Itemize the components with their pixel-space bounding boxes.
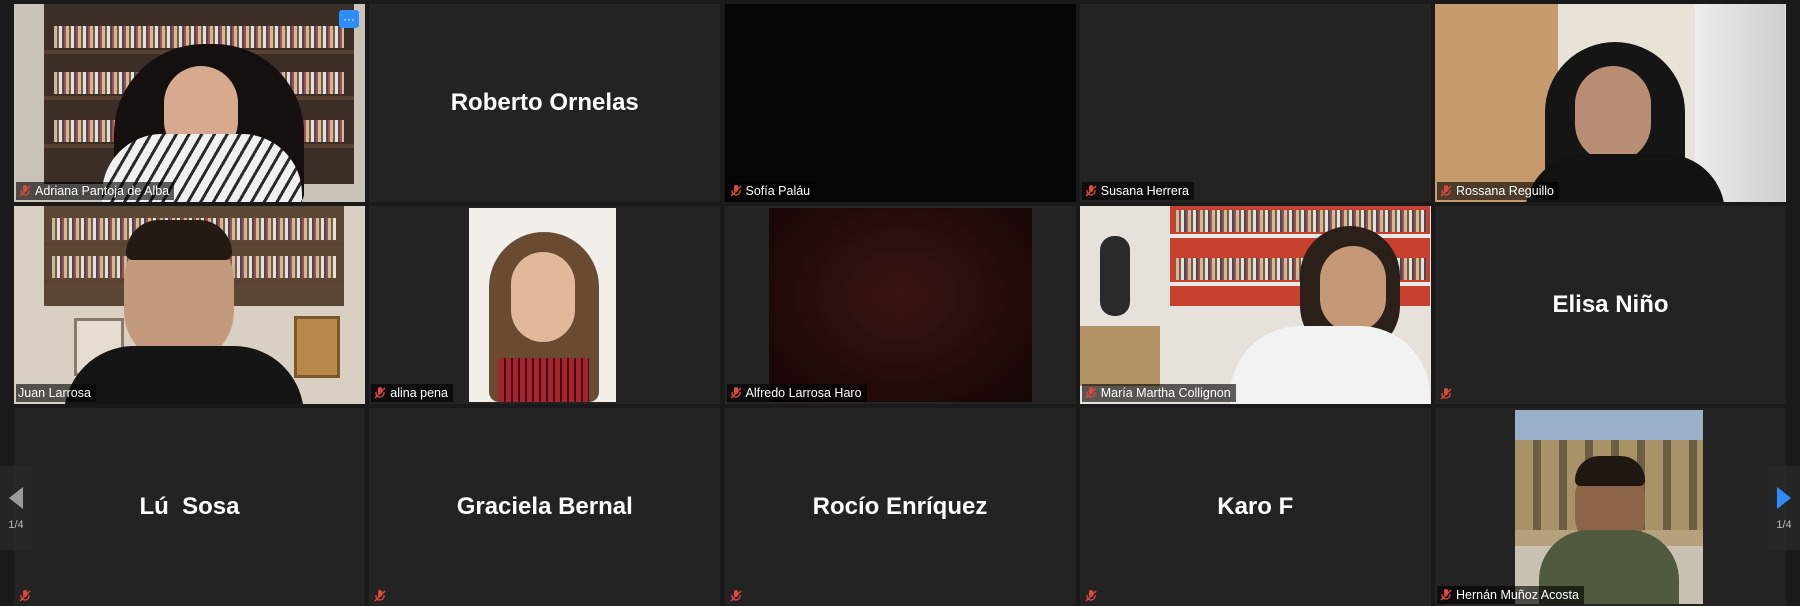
muted-mic-icon (729, 185, 742, 197)
participant-video (768, 208, 1032, 402)
participant-video (1079, 206, 1431, 404)
participant-name-label: Susana Herrera (1081, 182, 1194, 200)
participant-tile-adriana[interactable]: ··· Adriana Pantoja de Alba (14, 4, 365, 202)
participant-name-label: María Martha Collignon (1081, 384, 1236, 402)
participant-video (14, 4, 365, 202)
previous-page-button[interactable]: 1/4 (0, 466, 32, 550)
participant-video (469, 208, 617, 402)
participant-tile-juan-active-speaker[interactable]: Juan Larrosa (14, 206, 365, 404)
participant-tile-sofia[interactable]: Sofía Paláu (724, 4, 1076, 202)
participant-name-label: Alfredo Larrosa Haro (726, 384, 867, 402)
participant-name-placeholder: Rocío Enríquez (812, 493, 988, 520)
participant-tile-maria-martha[interactable]: María Martha Collignon (1079, 206, 1431, 404)
participant-video (14, 206, 365, 404)
participant-name-placeholder: Graciela Bernal (456, 493, 633, 520)
muted-mic-icon (19, 185, 31, 197)
participant-tile-lu-sosa[interactable]: Lú Sosa (14, 408, 365, 606)
muted-mic-icon (729, 590, 742, 602)
participant-name-label (1082, 588, 1103, 604)
participant-tile-elisa[interactable]: Elisa Niño (1435, 206, 1786, 404)
participant-tile-rossana[interactable]: Rossana Reguillo (1435, 4, 1786, 202)
page-indicator: 1/4 (8, 519, 24, 531)
participant-name-label: Juan Larrosa (16, 384, 96, 402)
participant-name-label: Hernán Muñoz Acosta (1437, 586, 1584, 604)
participant-tile-susana[interactable]: Susana Herrera (1079, 4, 1431, 202)
participant-name-label (371, 588, 392, 604)
participant-video (1515, 410, 1703, 604)
video-grid: ··· Adriana Pantoja de Alba Roberto Orne… (14, 4, 1786, 606)
participant-tile-alina[interactable]: alina pena (369, 206, 721, 404)
participant-name-label: alina pena (371, 384, 453, 402)
muted-mic-icon (374, 590, 386, 602)
more-options-button[interactable]: ··· (339, 10, 359, 28)
muted-mic-icon (1085, 185, 1097, 197)
participant-name-label (1437, 386, 1458, 402)
muted-mic-icon (1440, 589, 1452, 601)
participant-name-placeholder: Lú Sosa (139, 493, 240, 520)
chevron-right-icon (1777, 487, 1791, 509)
participant-name-placeholder: Elisa Niño (1552, 291, 1669, 318)
participant-name-label (727, 588, 748, 604)
participant-tile-graciela[interactable]: Graciela Bernal (369, 408, 721, 606)
muted-mic-icon (1085, 387, 1097, 399)
muted-mic-icon (1440, 388, 1452, 400)
participant-name-placeholder: Karo F (1217, 493, 1294, 520)
muted-mic-icon (374, 387, 386, 399)
page-indicator: 1/4 (1776, 519, 1792, 531)
muted-mic-icon (729, 387, 742, 399)
participant-tile-alfredo[interactable]: Alfredo Larrosa Haro (724, 206, 1076, 404)
participant-name-placeholder: Roberto Ornelas (450, 89, 639, 116)
participant-tile-roberto[interactable]: Roberto Ornelas (369, 4, 721, 202)
participant-video (724, 4, 1076, 202)
participant-tile-karo[interactable]: Karo F (1079, 408, 1431, 606)
muted-mic-icon (19, 590, 31, 602)
participant-name-label: Adriana Pantoja de Alba (16, 182, 175, 200)
participant-tile-hernan[interactable]: Hernán Muñoz Acosta (1435, 408, 1786, 606)
participant-video (1435, 4, 1786, 202)
muted-mic-icon (1440, 185, 1452, 197)
participant-name-label: Rossana Reguillo (1437, 182, 1559, 200)
participant-name-label: Sofía Paláu (726, 182, 816, 200)
muted-mic-icon (1085, 590, 1097, 602)
chevron-left-icon (9, 487, 23, 509)
next-page-button[interactable]: 1/4 (1768, 466, 1800, 550)
participant-name-label (16, 588, 37, 604)
participant-tile-rocio[interactable]: Rocío Enríquez (724, 408, 1076, 606)
